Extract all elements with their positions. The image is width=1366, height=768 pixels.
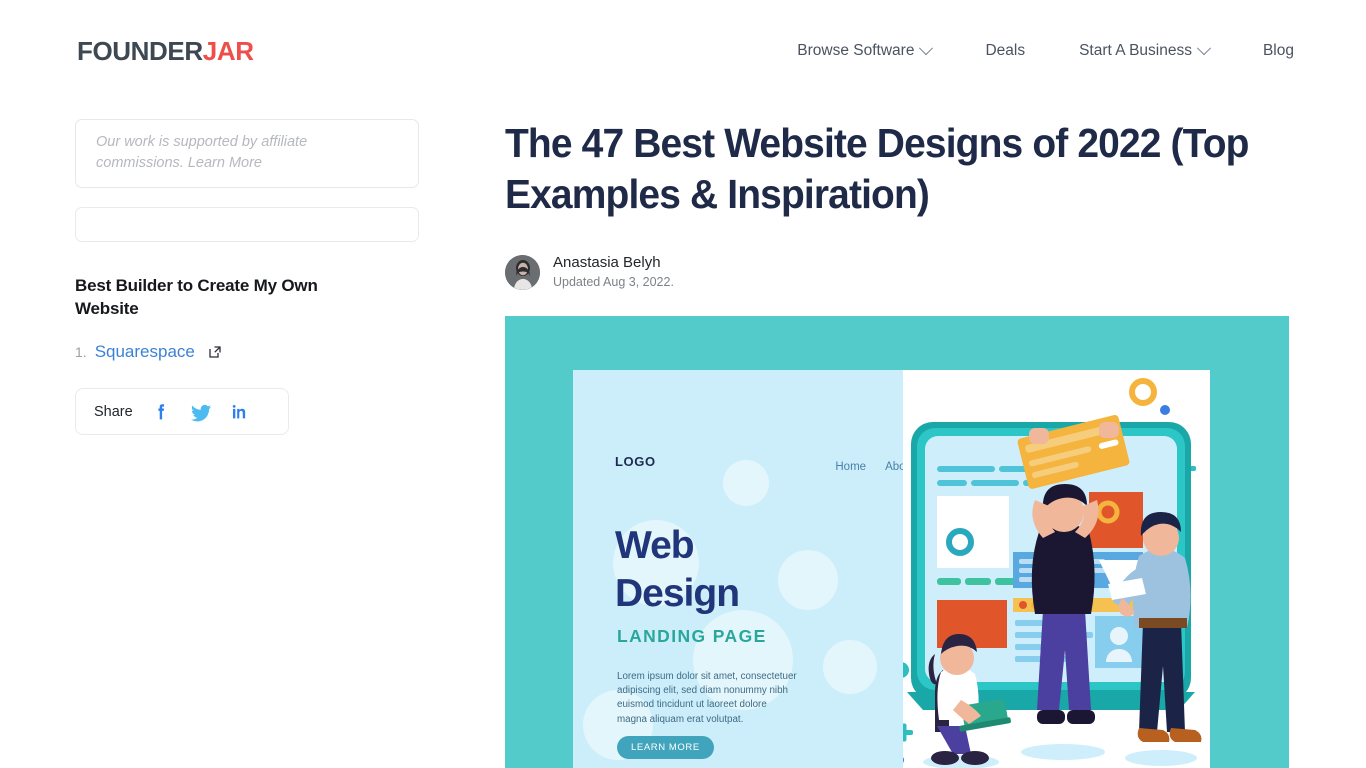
facebook-icon[interactable] [150,401,172,423]
mock-paragraph: Lorem ipsum dolor sit amet, consectetuer… [617,671,797,725]
share-label: Share [94,403,133,420]
twitter-icon[interactable] [189,401,211,423]
article-header: The 47 Best Website Designs of 2022 (Top… [505,118,1289,291]
mock-subheading: LANDING PAGE [617,626,767,646]
learn-more-button[interactable]: LEARN MORE [617,736,714,759]
affiliate-disclosure-text: Our work is supported by affiliate commi… [96,134,308,171]
main-navigation: Browse Software Deals Start A Business B… [797,38,1294,64]
nav-item-blog[interactable]: Blog [1263,38,1294,64]
external-link-icon [208,344,222,358]
hero-image: LOGO Home About Us Services Contact Us G… [505,316,1289,768]
toc-item-link-squarespace[interactable]: Squarespace [95,341,195,363]
updated-date: Updated Aug 3, 2022. [553,275,674,289]
page-title: The 47 Best Website Designs of 2022 (Top… [505,120,1249,217]
nav-item-start-a-business[interactable]: Start A Business [1079,38,1212,64]
list-item[interactable]: 1. Squarespace [75,341,419,363]
share-box: Share [75,388,289,435]
affiliate-disclosure-box[interactable]: Our work is supported by affiliate commi… [75,119,419,188]
mock-site-logo: LOGO [615,454,656,469]
table-of-contents: 1. Squarespace [75,341,419,363]
site-logo[interactable]: FOUNDERJAR [77,36,254,66]
linkedin-icon[interactable] [228,401,250,423]
site-header: FOUNDERJAR Browse Software Deals Start A… [0,0,1366,101]
sidebar-empty-box [75,207,419,242]
chevron-down-icon [919,41,934,56]
nav-label: Deals [985,42,1026,59]
decorative-bubble [723,460,769,506]
nav-label: Browse Software [797,42,915,59]
byline-text: Anastasia Belyh Updated Aug 3, 2022. [553,253,674,291]
sidebar: Our work is supported by affiliate commi… [75,119,419,435]
mock-heading-line2: Design [615,572,740,615]
mock-heading: Web Design [615,522,740,618]
chevron-down-icon [1196,41,1212,56]
toc-heading: Best Builder to Create My Own Website [75,276,318,318]
author-name: Anastasia Belyh [553,254,661,271]
nav-item-deals[interactable]: Deals [985,38,1025,64]
website-building-illustration [903,370,1210,768]
byline: Anastasia Belyh Updated Aug 3, 2022. [505,253,1289,291]
nav-label: Blog [1262,42,1294,59]
logo-text-jar: JAR [202,36,254,66]
logo-text-founder: FOUNDER [77,36,203,66]
mock-website-card: LOGO Home About Us Services Contact Us G… [573,370,1210,768]
decorative-bubble [823,640,877,694]
mock-heading-line1: Web [615,524,695,567]
decorative-bubble [778,550,838,610]
nav-item-browse-software[interactable]: Browse Software [797,38,934,64]
toc-item-number: 1. [75,344,87,360]
mock-nav-home[interactable]: Home [835,461,866,473]
avatar [505,254,540,290]
nav-label: Start A Business [1079,42,1192,59]
